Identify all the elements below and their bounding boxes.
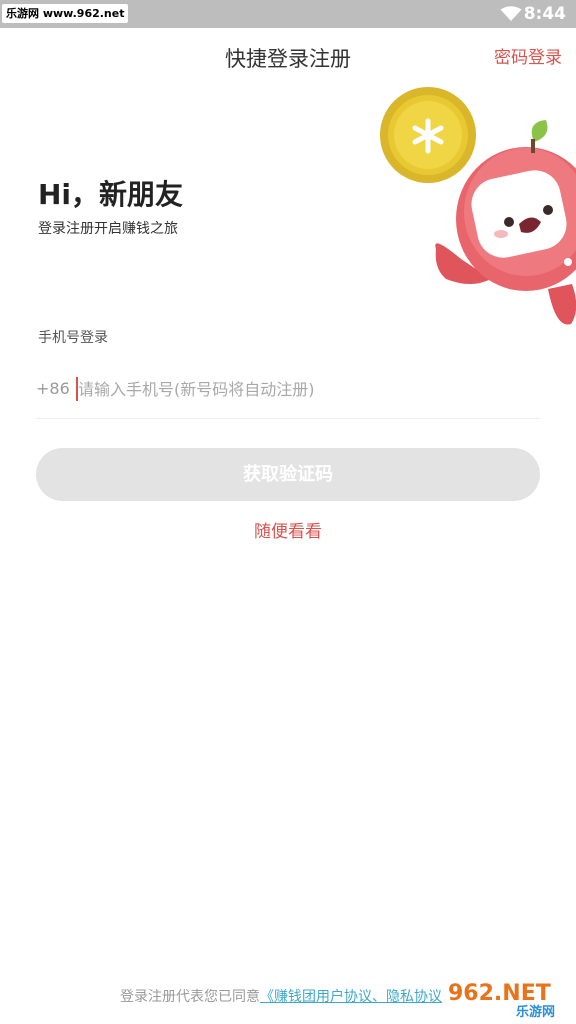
phone-input[interactable]	[78, 374, 538, 404]
get-verification-code-button[interactable]: 获取验证码	[36, 448, 540, 501]
input-divider	[36, 418, 540, 419]
agreement-prefix: 登录注册代表您已同意	[120, 989, 260, 1005]
coin-icon	[380, 87, 476, 183]
browse-as-guest-link[interactable]: 随便看看	[0, 520, 576, 544]
phone-input-row: +86	[36, 368, 540, 408]
user-agreement-link[interactable]: 《赚钱团用户协议、隐私协议	[260, 989, 442, 1005]
clock: 8:44	[523, 4, 566, 24]
watermark-badge: 乐游网 www.962.net	[2, 4, 129, 23]
greeting-headline: Hi，新朋友	[38, 178, 184, 211]
agreement-text: 登录注册代表您已同意《赚钱团用户协议、隐私协议	[120, 986, 442, 1008]
apple-mascot-with-coin-icon	[380, 87, 576, 325]
country-code[interactable]: +86	[36, 378, 70, 400]
page-title: 快捷登录注册	[225, 47, 351, 71]
password-login-link[interactable]: 密码登录	[494, 45, 562, 71]
phone-login-label: 手机号登录	[38, 330, 108, 346]
greeting-subtitle: 登录注册开启赚钱之旅	[38, 221, 178, 237]
wifi-icon	[500, 6, 522, 21]
watermark-logo-text: 962.NET	[448, 981, 551, 1006]
status-bar: 乐游网 www.962.net 8:44	[0, 0, 576, 28]
site-watermark-logo: 962.NET 乐游网	[442, 974, 572, 1020]
watermark-logo-sub: 乐游网	[516, 1004, 555, 1020]
